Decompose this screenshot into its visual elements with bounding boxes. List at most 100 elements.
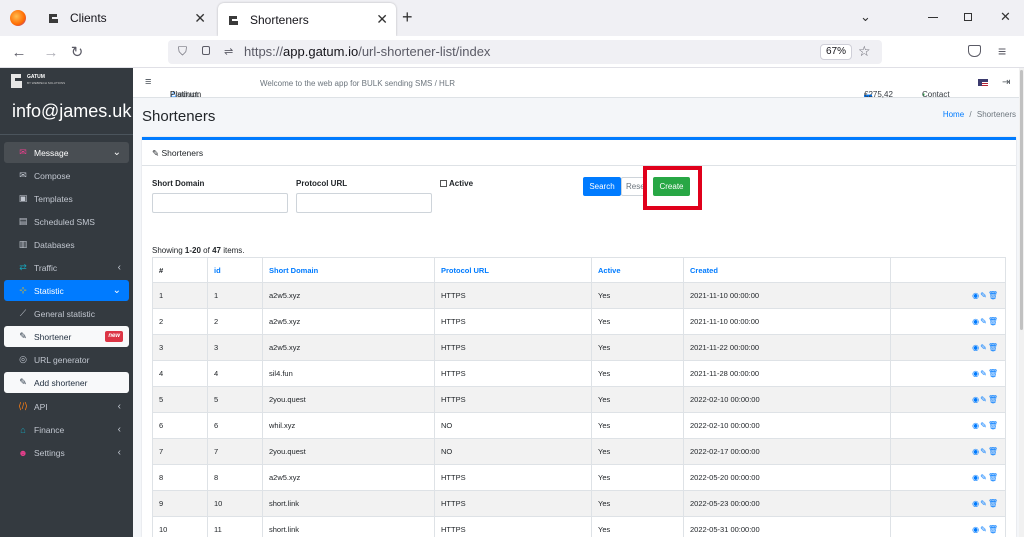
trash-icon[interactable]: 🗑	[988, 525, 999, 534]
back-arrow-icon[interactable]: ←	[10, 43, 28, 61]
reload-icon[interactable]: ↻	[68, 43, 86, 61]
protocol-url-cell: HTTPS	[434, 282, 592, 309]
column-header[interactable]: Short Domain	[262, 257, 435, 283]
sidebar-item-url-generator[interactable]: ◎ URL generator	[4, 349, 129, 370]
edit-icon[interactable]: ✎	[980, 447, 988, 456]
logout-icon[interactable]: ⇥	[1002, 77, 1010, 88]
sidebar-item-message[interactable]: ✉ Message ⌄	[4, 142, 129, 163]
created-cell: 2021-11-22 00:00:00	[683, 334, 891, 361]
window-close-icon[interactable]: ✕	[1000, 9, 1011, 25]
active-filter[interactable]: Active	[440, 179, 473, 188]
short-domain-input[interactable]	[152, 193, 288, 213]
eye-icon[interactable]: ◉	[972, 499, 980, 508]
summary-total: 47	[212, 246, 221, 255]
short-domain-cell: whil.xyz	[262, 412, 435, 439]
sidebar-item-statistic[interactable]: ⊹ Statistic ⌄	[4, 280, 129, 301]
tab-clients[interactable]: Clients ✕	[36, 0, 214, 36]
sidebar-item-general-statistic[interactable]: ⟋ General statistic	[4, 303, 129, 324]
edit-icon[interactable]: ✎	[980, 473, 988, 482]
minimize-icon[interactable]	[928, 17, 938, 18]
edit-icon[interactable]: ✎	[980, 525, 988, 534]
hamburger-menu-icon[interactable]: ≡	[145, 76, 151, 88]
edit-icon[interactable]: ✎	[980, 395, 988, 404]
edit-icon[interactable]: ✎	[980, 499, 988, 508]
firefox-icon[interactable]	[10, 10, 26, 26]
trash-icon[interactable]: 🗑	[988, 291, 999, 300]
gatum-brand-logo[interactable]: GATUM BY WEBPECH SOLUTIONS	[10, 72, 110, 90]
sidebar-item-settings[interactable]: ☻ Settings ‹	[4, 442, 129, 463]
brand-tagline: BY WEBPECH SOLUTIONS	[27, 81, 66, 85]
pocket-icon[interactable]	[968, 45, 981, 57]
trash-icon[interactable]: 🗑	[988, 499, 999, 508]
trash-icon[interactable]: 🗑	[988, 369, 999, 378]
short-domain-cell: 2you.quest	[262, 386, 435, 413]
sidebar-item-compose[interactable]: ✉ Compose	[4, 165, 129, 186]
column-header[interactable]: Active	[591, 257, 684, 283]
sidebar-item-traffic[interactable]: ⇄ Traffic ‹	[4, 257, 129, 278]
eye-icon[interactable]: ◉	[972, 369, 980, 378]
edit-icon[interactable]: ✎	[980, 343, 988, 352]
list-tabs-chevron-icon[interactable]: ⌄	[860, 9, 871, 25]
tab-close-icon[interactable]: ✕	[194, 10, 206, 27]
sidebar-item-databases[interactable]: ▥ Databases	[4, 234, 129, 255]
permissions-icon[interactable]: ⇌	[224, 45, 233, 58]
eye-icon[interactable]: ◉	[972, 473, 980, 482]
sidebar-item-templates[interactable]: ▣ Templates	[4, 188, 129, 209]
active-checkbox[interactable]	[440, 180, 447, 187]
product-value: Platinum	[170, 90, 202, 99]
zoom-level-badge[interactable]: 67%	[820, 44, 853, 60]
column-header[interactable]: Created	[683, 257, 891, 283]
id-cell: 6	[207, 412, 263, 439]
pen-icon: ✎	[19, 377, 27, 387]
actions-cell: ◉✎🗑	[890, 282, 1006, 309]
sidebar-item-scheduled-sms[interactable]: ▤ Scheduled SMS	[4, 211, 129, 232]
user-email[interactable]: info@james.uk	[12, 101, 131, 122]
search-button[interactable]: Search	[583, 177, 621, 196]
trash-icon[interactable]: 🗑	[988, 343, 999, 352]
card-header: ✎ Shorteners	[142, 140, 1016, 166]
breadcrumb-home-link[interactable]: Home	[943, 110, 964, 119]
trash-icon[interactable]: 🗑	[988, 395, 999, 404]
bookmark-star-icon[interactable]: ☆	[858, 43, 871, 60]
url-bar[interactable]: ⛉ ⇌ https://app.gatum.io/url-shortener-l…	[168, 40, 882, 64]
eye-icon[interactable]: ◉	[972, 395, 980, 404]
page-scrollbar[interactable]	[1019, 68, 1024, 537]
eye-icon[interactable]: ◉	[972, 317, 980, 326]
column-header[interactable]: Protocol URL	[434, 257, 592, 283]
sidebar-item-api[interactable]: ⟨/⟩ API ‹	[4, 396, 129, 417]
trash-icon[interactable]: 🗑	[988, 447, 999, 456]
scrollbar-thumb[interactable]	[1020, 70, 1023, 330]
url-text[interactable]: https://app.gatum.io/url-shortener-list/…	[244, 44, 490, 59]
trash-icon[interactable]: 🗑	[988, 473, 999, 482]
tab-shorteners[interactable]: Shorteners ✕	[218, 3, 396, 36]
id-cell: 4	[207, 360, 263, 387]
sidebar-item-shortener[interactable]: ✎ Shortener new	[4, 326, 129, 347]
sidebar-item-finance[interactable]: ⌂ Finance ‹	[4, 419, 129, 440]
edit-icon[interactable]: ✎	[980, 421, 988, 430]
menu-hamburger-icon[interactable]: ≡	[998, 43, 1006, 59]
new-tab-icon[interactable]: +	[402, 7, 413, 28]
gatum-logo-icon	[226, 12, 242, 28]
trash-icon[interactable]: 🗑	[988, 421, 999, 430]
active-cell: Yes	[591, 516, 684, 537]
shield-icon[interactable]: ⛉	[178, 44, 187, 59]
eye-icon[interactable]: ◉	[972, 343, 980, 352]
restore-icon[interactable]	[964, 13, 972, 21]
forward-arrow-icon[interactable]: →	[42, 43, 60, 61]
edit-icon[interactable]: ✎	[980, 317, 988, 326]
eye-icon[interactable]: ◉	[972, 291, 980, 300]
us-flag-icon[interactable]	[978, 79, 988, 86]
column-header[interactable]: id	[207, 257, 263, 283]
sidebar-item-add-shortener[interactable]: ✎ Add shortener	[4, 372, 129, 393]
eye-icon[interactable]: ◉	[972, 525, 980, 534]
protocol-url-input[interactable]	[296, 193, 432, 213]
breadcrumb: Home / Shorteners	[943, 110, 1016, 119]
eye-icon[interactable]: ◉	[972, 421, 980, 430]
trash-icon[interactable]: 🗑	[988, 317, 999, 326]
edit-icon[interactable]: ✎	[980, 291, 988, 300]
eye-icon[interactable]: ◉	[972, 447, 980, 456]
lock-icon[interactable]	[202, 46, 210, 55]
card-title: Shorteners	[161, 148, 204, 158]
tab-close-icon[interactable]: ✕	[376, 11, 388, 28]
edit-icon[interactable]: ✎	[980, 369, 988, 378]
